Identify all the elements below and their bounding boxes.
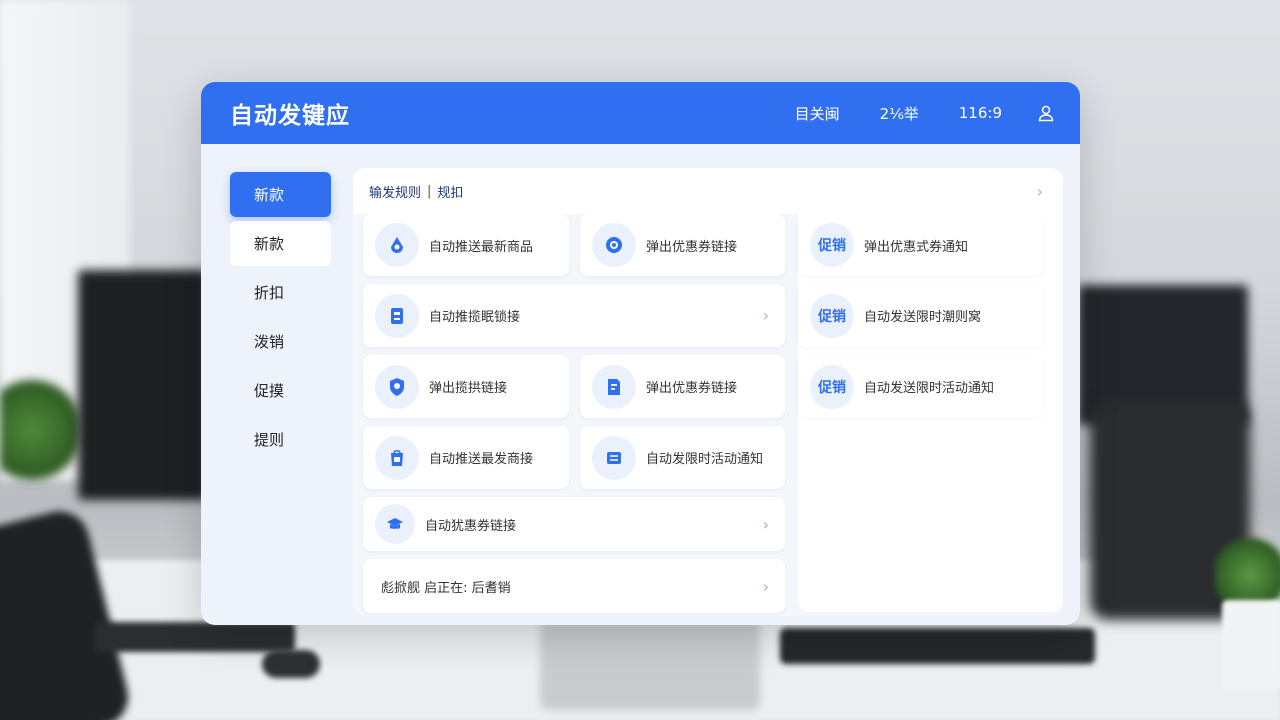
background-plant	[0, 370, 80, 490]
background-mouse	[262, 650, 320, 678]
breadcrumb-part-1[interactable]: 输发规则	[369, 182, 421, 201]
document-icon	[375, 293, 419, 338]
file-icon	[592, 364, 636, 409]
rule-card-label: 自动发送限时活动通知	[864, 381, 995, 396]
app-body: 新款 新款 折扣 泼销 促摸 提则 输发规则 | 规扣 › 自动推送最新商品 弹	[201, 144, 1080, 625]
sidebar-item-new[interactable]: 新款	[230, 221, 331, 266]
shield-icon	[375, 364, 419, 409]
rule-card[interactable]: 自动发限时活动通知	[580, 426, 785, 489]
promo-tag: 促销	[810, 293, 854, 338]
rule-card-label: 自动推揽眠锁接	[429, 310, 521, 325]
top-item-2[interactable]: 2⅙举	[880, 103, 919, 124]
breadcrumb: 输发规则 | 规扣 ›	[353, 168, 1063, 214]
rule-card-label: 自动发送限时潮则窝	[864, 310, 982, 325]
drop-icon	[375, 223, 419, 267]
chevron-right-icon[interactable]: ›	[763, 306, 769, 325]
app-title: 自动发键应	[230, 103, 350, 129]
chevron-right-icon[interactable]: ›	[763, 577, 769, 596]
background-monitor-stand	[540, 620, 760, 710]
transfer-icon	[592, 435, 636, 480]
background-monitor	[78, 270, 208, 500]
rule-card-label: 自动推送最新商品	[429, 239, 534, 255]
background-pot	[1222, 600, 1280, 690]
rule-card-label: 弹出优惠式券通知	[864, 239, 969, 255]
top-bar-actions: 目关闽 2⅙举 116:9	[755, 103, 1056, 124]
user-icon[interactable]	[1036, 103, 1056, 123]
cap-icon	[375, 504, 415, 544]
background-keyboard	[780, 628, 1095, 664]
rule-card[interactable]: 自动推送最发商接	[363, 426, 569, 489]
chevron-right-icon[interactable]: ›	[763, 515, 769, 534]
sidebar-item-new-active[interactable]: 新款	[230, 172, 331, 217]
top-bar: 自动发键应 目关闽 2⅙举 116:9	[201, 82, 1080, 144]
rule-card-label: 自动发限时活动通知	[646, 452, 764, 467]
rule-card-label: 自动犹惠券链接	[425, 518, 517, 534]
rule-card-label: 弹出揽拱链接	[429, 381, 508, 396]
background-keyboard	[95, 622, 295, 652]
promo-tag: 促销	[810, 223, 854, 267]
rule-card[interactable]: 促销 自动发送限时潮则窝	[798, 284, 1043, 347]
rule-card-label: 弹出优惠券链接	[646, 381, 738, 396]
rule-card-label: 弹出优惠券链接	[646, 239, 738, 255]
rule-card[interactable]: 自动推揽眠锁接 ›	[363, 284, 785, 347]
rule-card[interactable]: 自动犹惠券链接 ›	[363, 497, 785, 551]
top-item-1[interactable]: 目关闽	[795, 103, 840, 124]
sidebar-item-promo[interactable]: 泼销	[230, 319, 331, 364]
promo-tag: 促销	[810, 364, 854, 409]
status-text: 彪掀舰 启正在: 后耆销	[381, 580, 511, 596]
sidebar: 新款 新款 折扣 泼销 促摸 提则	[230, 172, 331, 466]
breadcrumb-separator: |	[427, 183, 432, 199]
status-row[interactable]: 彪掀舰 启正在: 后耆销 ›	[363, 559, 785, 613]
rule-card[interactable]: 弹出优惠券链接	[580, 355, 785, 418]
rule-card[interactable]: 弹出优惠券链接	[580, 214, 785, 276]
top-item-3[interactable]: 116:9	[959, 104, 1002, 122]
rule-card[interactable]: 促销 自动发送限时活动通知	[798, 355, 1043, 418]
app-window: 自动发键应 目关闽 2⅙举 116:9 新款 新款 折扣 泼销 促摸 提则 输发…	[201, 82, 1080, 625]
sidebar-item-discount[interactable]: 折扣	[230, 270, 331, 315]
rule-card[interactable]: 弹出揽拱链接	[363, 355, 569, 418]
rule-card[interactable]: 促销 弹出优惠式券通知	[798, 214, 1043, 276]
target-icon	[592, 223, 636, 267]
chevron-right-icon[interactable]: ›	[1037, 182, 1043, 201]
rule-card[interactable]: 自动推送最新商品	[363, 214, 569, 276]
rule-card-label: 自动推送最发商接	[429, 452, 534, 467]
breadcrumb-part-2[interactable]: 规扣	[437, 182, 463, 201]
bag-icon	[375, 435, 419, 480]
sidebar-item-promote[interactable]: 促摸	[230, 368, 331, 413]
sidebar-item-rules[interactable]: 提则	[230, 417, 331, 462]
